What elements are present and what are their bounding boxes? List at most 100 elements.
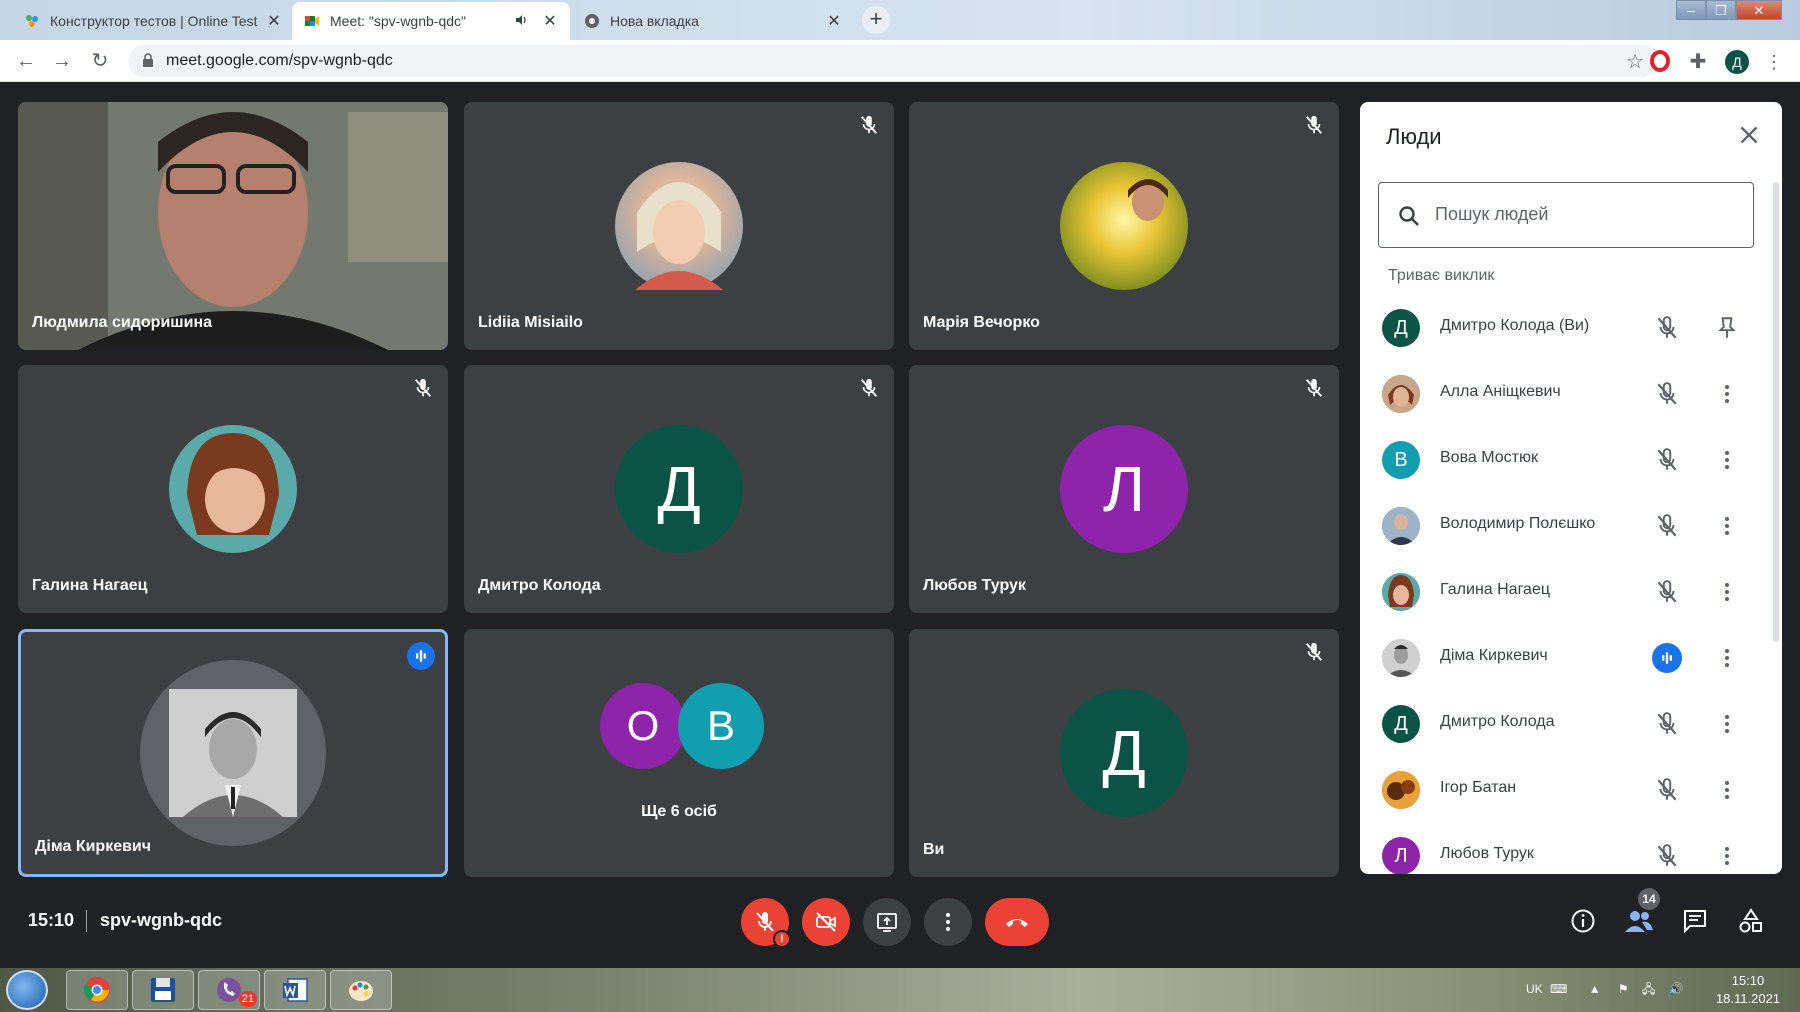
person-avatar: В <box>1382 441 1420 479</box>
taskbar-chrome[interactable] <box>66 970 128 1010</box>
participant-group-tile[interactable]: О В Ще 6 осіб <box>464 629 894 877</box>
people-search-input[interactable]: Пошук людей <box>1378 182 1754 248</box>
participant-tile[interactable]: Л Любов Турук <box>909 365 1339 613</box>
panel-scrollbar[interactable] <box>1773 182 1779 642</box>
more-options-icon[interactable] <box>1714 381 1740 407</box>
tray-expand-icon[interactable]: ▲ <box>1589 982 1601 996</box>
toggle-microphone-button[interactable]: ! <box>741 898 791 948</box>
taskbar-word[interactable] <box>264 970 326 1010</box>
more-options-button[interactable] <box>924 898 972 946</box>
mic-off-icon <box>1657 382 1677 405</box>
tab-title: Конструктор тестов | Online Test <box>50 13 258 29</box>
tab-meet[interactable]: Meet: "spv-wgnb-qdc" ✕ <box>292 2 570 40</box>
tab-new-tab[interactable]: Нова вкладка ✕ <box>572 2 854 40</box>
participant-avatar <box>615 162 743 290</box>
present-icon <box>877 913 897 932</box>
more-options-icon[interactable] <box>1714 843 1740 869</box>
person-row[interactable]: В Вова Мостюк <box>1360 425 1770 491</box>
info-icon <box>1571 909 1595 933</box>
network-icon[interactable]: 🖧 <box>1642 982 1655 996</box>
meet-favicon-icon <box>304 13 320 29</box>
system-clock[interactable]: 15:10 18.11.2021 <box>1700 972 1796 1008</box>
person-row[interactable]: Д Дмитро Колода (Ви) <box>1360 293 1770 359</box>
tab-close-icon[interactable]: ✕ <box>542 11 558 31</box>
mic-off-icon <box>1657 316 1677 339</box>
person-row[interactable]: Ігор Батан <box>1360 755 1770 821</box>
present-screen-button[interactable] <box>863 898 911 946</box>
maximize-icon[interactable]: ❐ <box>1706 0 1736 20</box>
mic-off-icon <box>1657 712 1677 735</box>
person-row[interactable]: Володимир Полєшко <box>1360 491 1770 557</box>
minimize-icon[interactable]: – <box>1676 0 1706 20</box>
extensions-puzzle-icon[interactable]: ✚ <box>1686 50 1710 74</box>
taskbar-save[interactable] <box>132 970 194 1010</box>
omnibox[interactable]: meet.google.com/spv-wgnb-qdc ☆ <box>128 45 1658 77</box>
windows-start-button[interactable] <box>6 970 48 1010</box>
activities-icon <box>1739 908 1762 933</box>
more-options-icon[interactable] <box>1714 513 1740 539</box>
reload-icon[interactable]: ↻ <box>88 49 112 73</box>
participant-tile[interactable]: Д Дмитро Колода <box>464 365 894 613</box>
bookmark-star-icon[interactable]: ☆ <box>1626 49 1644 74</box>
activities-button[interactable] <box>1736 906 1766 936</box>
back-icon[interactable]: ← <box>14 49 38 73</box>
keyboard-language[interactable]: UK <box>1526 982 1543 996</box>
person-row[interactable]: Діма Киркевич <box>1360 623 1770 689</box>
person-name: Володимир Полєшко <box>1440 515 1596 532</box>
opera-extension-icon[interactable] <box>1648 50 1672 74</box>
people-panel: Люди Пошук людей Триває виклик Д Дмитро … <box>1360 102 1782 874</box>
pin-icon[interactable] <box>1714 315 1740 341</box>
window-close-icon[interactable]: ✕ <box>1736 0 1782 20</box>
toggle-camera-button[interactable] <box>802 898 850 946</box>
leave-call-button[interactable] <box>985 898 1049 946</box>
taskbar-paint[interactable] <box>330 970 392 1010</box>
action-center-flag-icon[interactable]: ⚑ <box>1618 982 1629 996</box>
system-time: 15:10 <box>1731 973 1765 988</box>
more-vert-icon <box>946 913 950 931</box>
person-name: Діма Киркевич <box>1440 647 1548 664</box>
new-tab-button[interactable]: + <box>862 6 890 34</box>
more-options-icon[interactable] <box>1714 447 1740 473</box>
participant-tile[interactable]: Lidiia Misiailo <box>464 102 894 350</box>
volume-icon[interactable]: 🔊 <box>1669 982 1684 996</box>
person-row[interactable]: Алла Аніщкевич <box>1360 359 1770 425</box>
participant-name: Дмитро Колода <box>478 577 601 594</box>
more-options-icon[interactable] <box>1714 711 1740 737</box>
mic-off-icon <box>1657 514 1677 537</box>
tab-close-icon[interactable]: ✕ <box>826 11 842 31</box>
meeting-details-button[interactable] <box>1568 906 1598 936</box>
lock-icon <box>143 53 153 67</box>
participant-tile[interactable]: Людмила сидоришина <box>18 102 448 350</box>
person-row[interactable]: Галина Нагаец <box>1360 557 1770 623</box>
participant-tile-active-speaker[interactable]: Діма Киркевич <box>18 629 448 877</box>
participant-tile-self[interactable]: Д Ви <box>909 629 1339 877</box>
tab-close-icon[interactable]: ✕ <box>266 11 282 31</box>
forward-icon[interactable]: → <box>50 49 74 73</box>
participant-name: Ви <box>923 841 945 858</box>
participant-tile[interactable]: Марія Вечорко <box>909 102 1339 350</box>
person-name: Дмитро Колода <box>1440 713 1555 730</box>
tab-audio-icon[interactable] <box>514 13 534 30</box>
panel-title: Люди <box>1386 124 1442 149</box>
taskbar-viber[interactable]: 21 <box>198 970 260 1010</box>
floppy-icon <box>151 978 175 1002</box>
tab-online-test[interactable]: Конструктор тестов | Online Test ✕ <box>12 2 294 40</box>
more-options-icon[interactable] <box>1714 579 1740 605</box>
mic-off-icon <box>1657 448 1677 471</box>
system-tray: UK ⌨ ▲ ⚑ 🖧 🔊 <box>1526 980 1684 1001</box>
mic-off-icon <box>860 378 878 397</box>
more-options-icon[interactable] <box>1714 645 1740 671</box>
chat-button[interactable] <box>1680 906 1710 936</box>
person-avatar <box>1382 507 1420 545</box>
person-row[interactable]: Л Любов Турук <box>1360 821 1770 874</box>
more-options-icon[interactable] <box>1714 777 1740 803</box>
profile-avatar[interactable]: Д <box>1725 50 1749 74</box>
browser-menu-icon[interactable]: ⋮ <box>1762 50 1786 74</box>
mic-off-icon <box>756 912 774 932</box>
show-everyone-button[interactable] <box>1624 906 1654 936</box>
mic-off-icon <box>1305 115 1323 134</box>
speaking-indicator-icon <box>407 642 435 670</box>
panel-close-icon[interactable] <box>1736 122 1762 148</box>
participant-tile[interactable]: Галина Нагаец <box>18 365 448 613</box>
person-row[interactable]: Д Дмитро Колода <box>1360 689 1770 755</box>
